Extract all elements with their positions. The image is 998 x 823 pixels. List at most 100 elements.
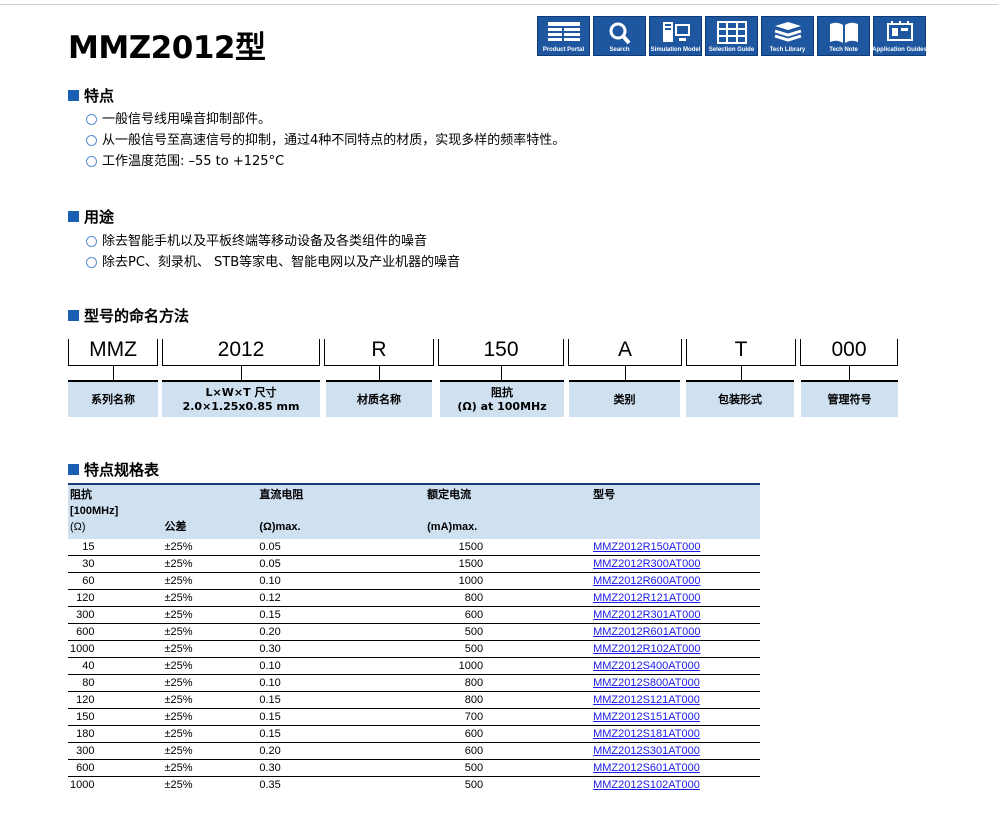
code-series: MMZ (89, 338, 137, 361)
cell-tolerance: ±25% (164, 779, 193, 791)
cell-tolerance: ±25% (162, 674, 258, 692)
bracket-tick (162, 339, 163, 365)
cell-tolerance: ±25% (162, 640, 258, 658)
code-material: R (371, 338, 387, 361)
cell-tolerance: ±25% (162, 589, 258, 607)
cell-tolerance: ±25% (162, 691, 258, 709)
bracket-tick (319, 339, 320, 365)
spec-table-heading: 特点规格表 (68, 459, 159, 480)
uses-heading: 用途 (68, 206, 114, 227)
part-number-link[interactable]: MMZ2012R301AT000 (593, 609, 700, 621)
header-tolerance: 公差 (162, 483, 258, 539)
features-heading: 特点 (68, 85, 114, 106)
list-item: 从一般信号至高速信号的抑制，通过4种不同特点的材质，实现多样的频率特性。 (86, 130, 565, 151)
cell-part-number: MMZ2012S601AT000 (591, 759, 760, 777)
table-row: 600 ±25% 0.30 500 MMZ2012S601AT000 (68, 759, 760, 777)
circle-bullet-icon (86, 257, 97, 268)
part-number-link[interactable]: MMZ2012R150AT000 (593, 541, 700, 553)
application-guides-button[interactable]: Application Guides (872, 16, 927, 56)
bracket-tick (563, 339, 564, 365)
part-number-link[interactable]: MMZ2012S400AT000 (593, 660, 700, 672)
table-row: 600 ±25% 0.20 500 MMZ2012R601AT000 (68, 623, 760, 641)
cell-part-number: MMZ2012S181AT000 (591, 725, 760, 743)
part-number-link[interactable]: MMZ2012R600AT000 (593, 575, 700, 587)
part-number-link[interactable]: MMZ2012S102AT000 (593, 779, 700, 791)
cell-impedance: 300 (68, 606, 163, 624)
label-internal-code: 管理符号 (801, 380, 898, 417)
cell-dcr: 0.20 (257, 742, 426, 760)
bracket-tick (433, 339, 434, 365)
simulation-model-button[interactable]: Simulation Model (649, 16, 702, 56)
tech-library-button[interactable]: Tech Library (761, 16, 814, 56)
connector-line (625, 366, 626, 380)
bracket-tick (324, 339, 325, 365)
part-number-link[interactable]: MMZ2012S151AT000 (593, 711, 700, 723)
bracket-tick (438, 339, 439, 365)
cell-tolerance: ±25% (162, 725, 258, 743)
cell-part-number: MMZ2012R301AT000 (591, 606, 760, 624)
tech-note-button[interactable]: Tech Note (817, 16, 870, 56)
cell-dcr: 0.35 (259, 779, 281, 791)
table-body: 15 ±25% 0.05 1500 MMZ2012R150AT000 30 ±25% 0.05… (68, 539, 760, 793)
table-row: 60 ±25% 0.10 1000 MMZ2012R600AT000 (68, 572, 760, 590)
part-number-link[interactable]: MMZ2012S601AT000 (593, 762, 700, 774)
cell-dcr: 0.15 (257, 606, 426, 624)
cell-current: 1500 (425, 555, 592, 573)
spec-table-heading-text: 特点规格表 (84, 461, 160, 479)
bracket-tick (686, 339, 687, 365)
cell-impedance: 600 (68, 759, 163, 777)
product-portal-label: Product Portal (542, 47, 585, 53)
page-title: MMZ2012型 (68, 30, 266, 66)
part-number-link[interactable]: MMZ2012S181AT000 (593, 728, 700, 740)
search-label: Search (609, 47, 630, 53)
cell-part-number: MMZ2012R601AT000 (591, 623, 760, 641)
cell-dcr: 0.10 (257, 657, 426, 675)
cell-dcr: 0.15 (257, 708, 426, 726)
search-button[interactable]: Search (593, 16, 646, 56)
bracket-tick (157, 339, 158, 365)
cell-current: 1500 (425, 539, 592, 556)
list-item: 除去PC、刻录机、 STB等家电、智能电网以及产业机器的噪音 (86, 252, 460, 273)
cell-tolerance: ±25% (162, 555, 258, 573)
cell-tolerance: ±25% (162, 572, 258, 590)
table-row: 30 ±25% 0.05 1500 MMZ2012R300AT000 (68, 555, 760, 573)
cell-part-number: MMZ2012S102AT000 (591, 777, 760, 794)
bracket-tick (800, 339, 801, 365)
cell-impedance: 80 (68, 674, 163, 692)
part-number-link[interactable]: MMZ2012R601AT000 (593, 626, 700, 638)
code-internal: 000 (831, 338, 867, 361)
part-number-link[interactable]: MMZ2012R300AT000 (593, 558, 700, 570)
table-row: 300 ±25% 0.15 600 MMZ2012R301AT000 (68, 606, 760, 624)
product-portal-icon (547, 22, 580, 41)
bracket-tick (681, 339, 682, 365)
cell-tolerance: ±25% (162, 742, 258, 760)
selection-guide-button[interactable]: Selection Guide (705, 16, 758, 56)
spec-table: 阻抗 [100MHz] (Ω) 公差 直流电阻 (Ω)max. 额定电流 (mA… (68, 483, 760, 793)
part-number-link[interactable]: MMZ2012S800AT000 (593, 677, 700, 689)
product-portal-button[interactable]: Product Portal (537, 16, 590, 56)
toolbar: Product Portal Search Simulation Model S… (537, 16, 927, 56)
cell-part-number: MMZ2012R600AT000 (591, 572, 760, 590)
connector-line (113, 366, 114, 380)
cell-impedance: 1000 (68, 640, 163, 658)
circle-bullet-icon (86, 135, 97, 146)
part-number-diagram: MMZ 2012 R 150 A T 000 系列名称 L×W×T 尺寸 2.0… (68, 337, 898, 421)
part-number-link[interactable]: MMZ2012S301AT000 (593, 745, 700, 757)
cell-current: 1000 (425, 657, 592, 675)
code-packaging: T (734, 338, 748, 361)
cell-part-number: MMZ2012R150AT000 (591, 539, 760, 556)
cell-dcr: 0.20 (257, 623, 426, 641)
simulation-icon (662, 22, 690, 42)
cell-dcr: 0.30 (257, 640, 426, 658)
part-number-link[interactable]: MMZ2012R121AT000 (593, 592, 700, 604)
cell-current: 800 (425, 691, 592, 709)
cell-dcr: 0.15 (257, 725, 426, 743)
part-number-link[interactable]: MMZ2012S121AT000 (593, 694, 700, 706)
part-number-link[interactable]: MMZ2012R102AT000 (593, 643, 700, 655)
table-row: 80 ±25% 0.10 800 MMZ2012S800AT000 (68, 674, 760, 692)
selection-guide-label: Selection Guide (708, 47, 755, 53)
header-part-number: 型号 (591, 483, 760, 539)
uses-heading-text: 用途 (84, 208, 115, 226)
cell-part-number: MMZ2012R121AT000 (591, 589, 760, 607)
cell-dcr: 0.15 (257, 691, 426, 709)
